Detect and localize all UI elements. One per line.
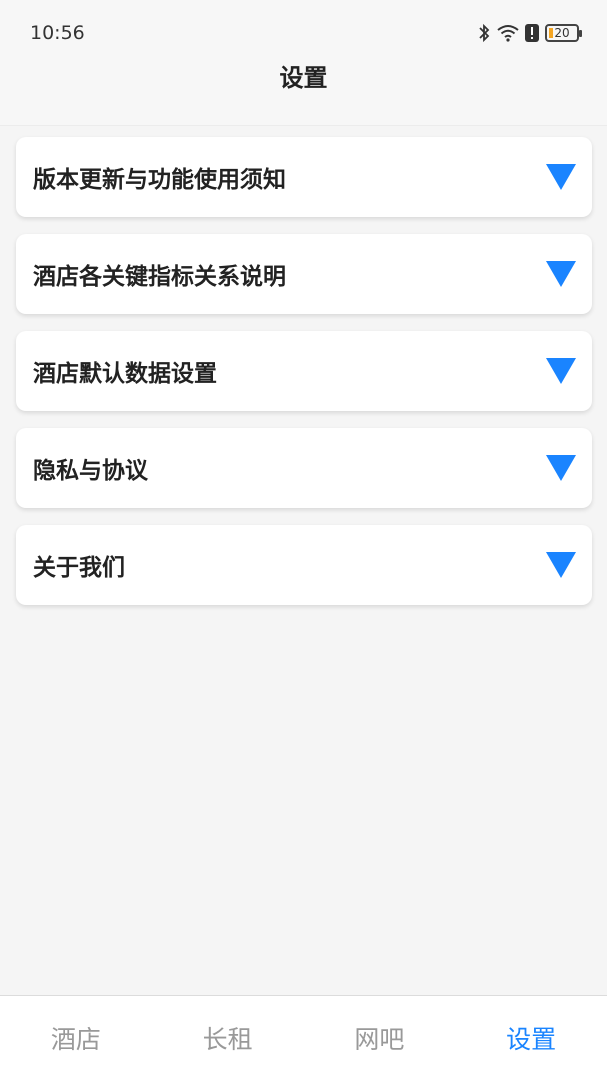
- battery-level: 20: [554, 26, 570, 40]
- settings-item-hotel-metrics[interactable]: 酒店各关键指标关系说明: [16, 234, 592, 314]
- nav-bar: 设置: [0, 60, 607, 126]
- tab-settings[interactable]: 设置: [455, 996, 607, 1080]
- settings-item-label: 酒店各关键指标关系说明: [33, 264, 286, 290]
- settings-item-about-us[interactable]: 关于我们: [16, 525, 592, 605]
- settings-item-label: 关于我们: [33, 555, 125, 581]
- expand-triangle-icon[interactable]: [546, 552, 576, 578]
- settings-item-label: 隐私与协议: [33, 458, 148, 484]
- expand-triangle-icon[interactable]: [546, 358, 576, 384]
- wifi-icon: [497, 25, 519, 42]
- status-bar: 10:56 20: [0, 0, 607, 60]
- settings-item-label: 酒店默认数据设置: [33, 361, 217, 387]
- status-time: 10:56: [30, 22, 85, 44]
- page-title: 设置: [279, 64, 328, 92]
- expand-triangle-icon[interactable]: [546, 261, 576, 287]
- battery-charge-indicator: [549, 28, 553, 38]
- settings-item-label: 版本更新与功能使用须知: [33, 167, 286, 193]
- alert-icon: [525, 24, 539, 42]
- settings-item-default-data[interactable]: 酒店默认数据设置: [16, 331, 592, 411]
- tab-hotel[interactable]: 酒店: [0, 996, 152, 1080]
- bottom-tab-bar: 酒店 长租 网吧 设置: [0, 995, 607, 1080]
- battery-icon: 20: [545, 24, 582, 42]
- expand-triangle-icon[interactable]: [546, 164, 576, 190]
- tab-internet-cafe[interactable]: 网吧: [304, 996, 456, 1080]
- settings-list: 版本更新与功能使用须知 酒店各关键指标关系说明 酒店默认数据设置 隐私与协议 关…: [16, 137, 592, 622]
- settings-item-privacy[interactable]: 隐私与协议: [16, 428, 592, 508]
- bluetooth-icon: [479, 23, 490, 43]
- expand-triangle-icon[interactable]: [546, 455, 576, 481]
- settings-item-version-notes[interactable]: 版本更新与功能使用须知: [16, 137, 592, 217]
- tab-long-rent[interactable]: 长租: [152, 996, 304, 1080]
- status-icons: 20: [477, 22, 582, 44]
